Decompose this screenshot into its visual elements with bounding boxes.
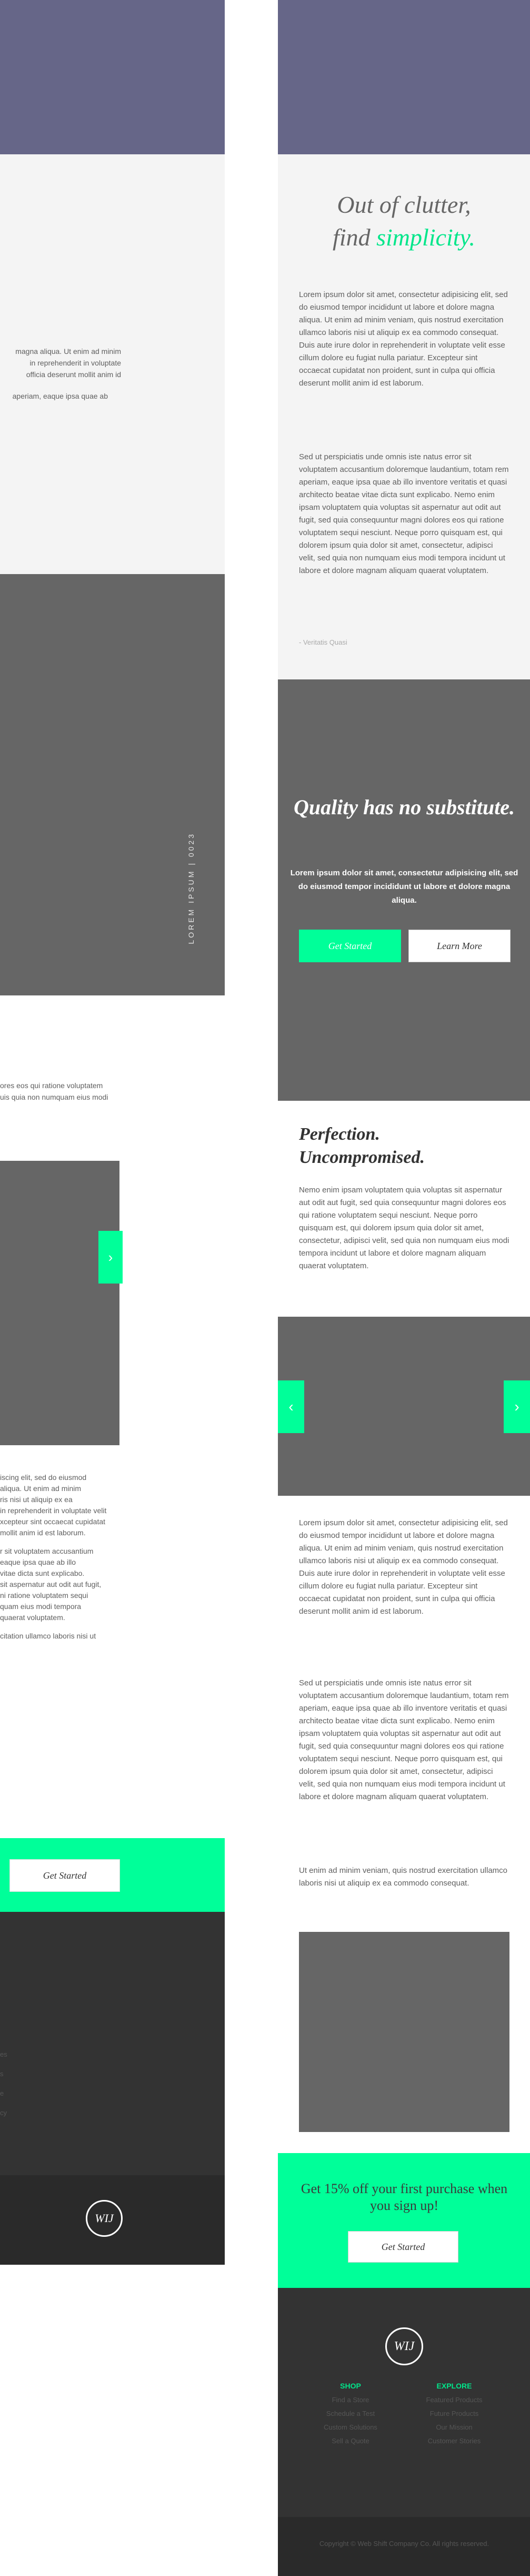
quality-text: Lorem ipsum dolor sit amet, consectetur … xyxy=(290,868,518,905)
left-preview-column: magna aliqua. Ut enim ad minim in repreh… xyxy=(0,0,225,2576)
left-footer-link[interactable]: e xyxy=(0,2084,7,2103)
left-body-line: citation ullamco laboris nisi ut xyxy=(0,1632,96,1640)
footer-shop-heading: SHOP xyxy=(340,2382,361,2390)
intro-title-line2: find simplicity. xyxy=(278,221,530,254)
chevron-left-icon: ‹ xyxy=(288,1398,294,1415)
body-paragraph: Sed ut perspiciatis unde omnis iste natu… xyxy=(299,1679,509,1801)
left-body-line: vitae dicta sunt explicabo. xyxy=(0,1569,85,1577)
left-intro-fragment: officia deserunt mollit anim id xyxy=(26,370,121,379)
copyright-text: Copyright © Web Shift Company Co. All ri… xyxy=(319,2540,489,2548)
footer-link-featured-products[interactable]: Featured Products xyxy=(415,2393,494,2407)
left-body-line: sit aspernatur aut odit aut fugit, xyxy=(0,1580,102,1588)
left-quality-section: LOREM IPSUM | 0023 xyxy=(0,574,225,995)
left-footer: es s e cy xyxy=(0,1912,225,2175)
left-hero-band xyxy=(0,0,225,154)
vertical-label: LOREM IPSUM | 0023 xyxy=(187,832,195,944)
chevron-right-icon: › xyxy=(514,1398,519,1415)
left-intro-fragment: magna aliqua. Ut enim ad minim xyxy=(15,347,121,356)
body-paragraph: Ut enim ad minim veniam, quis nostrud ex… xyxy=(299,1866,507,1888)
slider-next-button[interactable]: › xyxy=(504,1380,530,1433)
perfection-text: Nemo enim ipsam voluptatem quia voluptas… xyxy=(299,1186,509,1270)
left-logo[interactable]: WIJ xyxy=(86,2200,123,2237)
left-slider-image xyxy=(0,1161,119,1445)
left-body-line: aliqua. Ut enim ad minim xyxy=(0,1484,82,1493)
footer-link-schedule-a-test[interactable]: Schedule a Test xyxy=(311,2407,390,2421)
intro-title: Out of clutter, find simplicity. xyxy=(278,189,530,254)
footer-link-custom-solutions[interactable]: Custom Solutions xyxy=(311,2421,390,2434)
slider-prev-button[interactable]: ‹ xyxy=(278,1380,304,1433)
left-slider-next-button[interactable]: › xyxy=(98,1231,123,1284)
left-body-line: r sit voluptatem accusantium xyxy=(0,1547,94,1555)
footer-link-find-a-store[interactable]: Find a Store xyxy=(311,2393,390,2407)
left-body-line: mollit anim id est laborum. xyxy=(0,1528,86,1537)
image-slider xyxy=(278,1317,530,1496)
left-body-line: quaerat voluptatem. xyxy=(0,1613,65,1622)
footer-link-future-products[interactable]: Future Products xyxy=(415,2407,494,2421)
perfection-title-line2: Uncompromised. xyxy=(299,1148,425,1167)
footer-link-our-mission[interactable]: Our Mission xyxy=(415,2421,494,2434)
footer-explore-column: EXPLORE Featured Products Future Product… xyxy=(415,2382,494,2448)
signup-title: Get 15% off your first purchase when you… xyxy=(301,2181,508,2213)
left-body-text: iscing elit, sed do eiusmod aliqua. Ut e… xyxy=(0,1472,121,1642)
left-footer-link[interactable]: s xyxy=(0,2064,7,2084)
intro-paragraph: Lorem ipsum dolor sit amet, consectetur … xyxy=(299,290,508,388)
perfection-title-line1: Perfection. xyxy=(299,1124,380,1144)
left-perfection-fragment: uis quia non numquam eius modi xyxy=(0,1093,108,1101)
intro-title-line1: Out of clutter, xyxy=(337,191,471,218)
signup-get-started-button[interactable]: Get Started xyxy=(348,2231,458,2263)
content-image xyxy=(299,1932,509,2132)
footer-shop-column: SHOP Find a Store Schedule a Test Custom… xyxy=(311,2382,390,2448)
signup-section xyxy=(278,2153,530,2288)
left-footer-link[interactable]: cy xyxy=(0,2103,7,2123)
intro-title-accent: simplicity. xyxy=(376,224,475,251)
mobile-page: Out of clutter, find simplicity. Lorem i… xyxy=(278,0,530,2576)
left-body-line: iscing elit, sed do eiusmod xyxy=(0,1473,87,1482)
chevron-right-icon: › xyxy=(108,1249,113,1265)
intro-paragraph: Sed ut perspiciatis unde omnis iste natu… xyxy=(299,452,509,575)
perfection-title: Perfection. Uncompromised. xyxy=(299,1123,520,1169)
left-body-line: ris nisi ut aliquip ex ea xyxy=(0,1495,73,1504)
left-intro-fragment: in reprehenderit in voluptate xyxy=(29,359,121,367)
left-footer-link[interactable]: es xyxy=(0,2045,7,2064)
footer-explore-heading: EXPLORE xyxy=(436,2382,472,2390)
left-intro-fragment: aperiam, eaque ipsa quae ab xyxy=(12,392,108,400)
intro-attribution: - Veritatis Quasi xyxy=(299,638,347,646)
left-perfection-fragment: ores eos qui ratione voluptatem xyxy=(0,1081,103,1090)
hero-band xyxy=(278,0,530,154)
footer-link-customer-stories[interactable]: Customer Stories xyxy=(415,2434,494,2448)
body-paragraph: Lorem ipsum dolor sit amet, consectetur … xyxy=(299,1518,508,1616)
intro-title-prefix: find xyxy=(333,224,377,251)
left-footer-links: es s e cy xyxy=(0,2045,7,2123)
footer-logo[interactable]: WIJ xyxy=(385,2327,423,2365)
learn-more-button[interactable]: Learn More xyxy=(408,930,511,962)
left-intro-section: magna aliqua. Ut enim ad minim in repreh… xyxy=(0,154,225,574)
footer-link-sell-a-quote[interactable]: Sell a Quote xyxy=(311,2434,390,2448)
left-body-line: in reprehenderit in voluptate velit xyxy=(0,1506,107,1515)
quality-title: Quality has no substitute. xyxy=(293,795,515,819)
left-get-started-button[interactable]: Get Started xyxy=(9,1859,120,1892)
left-body-line: quam eius modi tempora xyxy=(0,1602,82,1611)
left-body-line: xcepteur sint occaecat cupidatat xyxy=(0,1517,106,1526)
left-body-line: eaque ipsa quae ab illo xyxy=(0,1558,76,1566)
get-started-button[interactable]: Get Started xyxy=(299,930,401,962)
left-body-line: ni ratione voluptatem sequi xyxy=(0,1591,88,1600)
